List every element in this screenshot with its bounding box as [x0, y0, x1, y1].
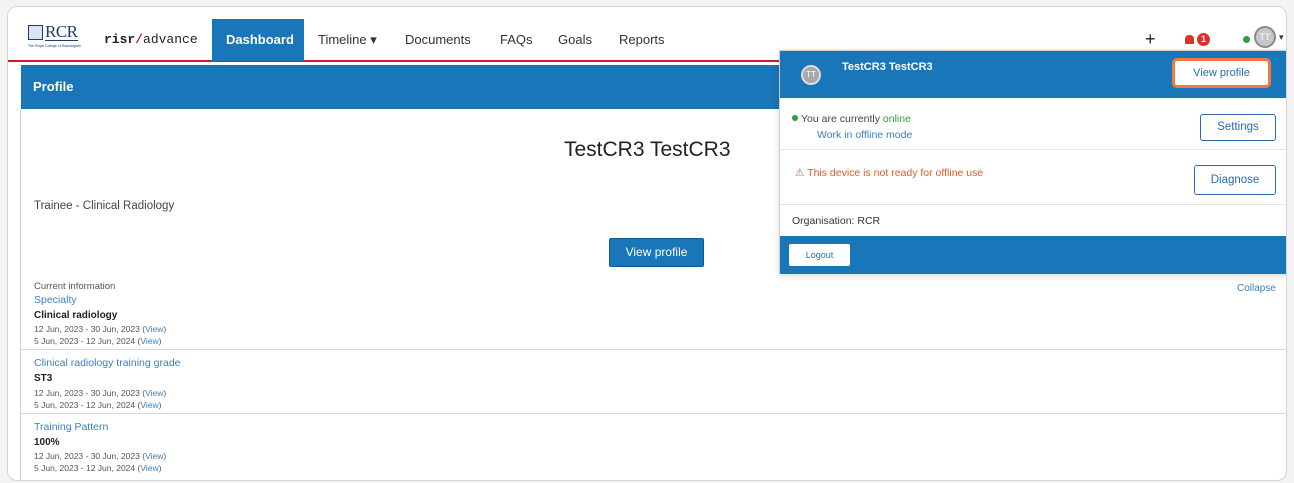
- date-range: 5 Jun, 2023 - 12 Jun, 2024 (View): [34, 463, 161, 473]
- view-profile-button[interactable]: View profile: [609, 238, 704, 267]
- online-status-text: You are currently online: [792, 113, 911, 125]
- date-end: ): [163, 388, 167, 398]
- section-value: ST3: [34, 373, 53, 384]
- brand-slash: /: [135, 32, 144, 47]
- warning-icon: ⚠: [795, 167, 805, 179]
- date-end: ): [163, 324, 167, 334]
- diagnose-button[interactable]: Diagnose: [1194, 165, 1276, 195]
- add-icon[interactable]: +: [1145, 29, 1156, 50]
- date-text: 12 Jun, 2023 - 30 Jun, 2023 (: [34, 388, 146, 398]
- section-divider: [21, 349, 1286, 350]
- dropdown-view-profile-button[interactable]: View profile: [1172, 58, 1271, 88]
- current-information-label: Current information: [34, 281, 116, 292]
- brand-name: risr/advance: [104, 32, 198, 47]
- view-link[interactable]: View: [145, 451, 163, 461]
- collapse-link[interactable]: Collapse: [1237, 283, 1276, 294]
- organisation-label: Organisation: RCR: [792, 215, 881, 227]
- rcr-logo[interactable]: RCR: [28, 21, 78, 43]
- user-dropdown-menu: TT TestCR3 TestCR3 View profile You are …: [779, 50, 1286, 274]
- view-link[interactable]: View: [145, 388, 163, 398]
- work-offline-link[interactable]: Work in offline mode: [817, 129, 912, 141]
- view-link[interactable]: View: [140, 400, 158, 410]
- section-title-training-pattern[interactable]: Training Pattern: [34, 421, 108, 433]
- dropdown-avatar: TT: [801, 65, 821, 85]
- brand-suffix: advance: [143, 32, 198, 47]
- crest-icon: [28, 24, 43, 40]
- date-text: 5 Jun, 2023 - 12 Jun, 2024 (: [34, 463, 141, 473]
- view-link[interactable]: View: [140, 463, 158, 473]
- logo-subtext: The Royal College of Radiologists: [28, 44, 81, 48]
- section-title-training-grade[interactable]: Clinical radiology training grade: [34, 357, 181, 369]
- date-range: 12 Jun, 2023 - 30 Jun, 2023 (View): [34, 324, 166, 334]
- offline-warning: ⚠ This device is not ready for offline u…: [795, 167, 983, 179]
- online-status-icon: [1243, 36, 1250, 43]
- brand-prefix: risr: [104, 32, 136, 47]
- date-end: ): [158, 400, 162, 410]
- dropdown-divider: [780, 204, 1286, 205]
- bell-icon[interactable]: [1185, 35, 1194, 44]
- view-link[interactable]: View: [140, 336, 158, 346]
- date-end: ): [158, 336, 162, 346]
- section-divider: [21, 413, 1286, 414]
- section-value: 100%: [34, 437, 60, 448]
- dropdown-header: TT TestCR3 TestCR3 View profile: [780, 51, 1286, 98]
- app-window: RCR The Royal College of Radiologists ri…: [7, 6, 1287, 481]
- dropdown-user-name: TestCR3 TestCR3: [842, 61, 933, 73]
- notification-badge: 1: [1197, 33, 1210, 46]
- logo-text: RCR: [45, 21, 78, 41]
- profile-role: Trainee - Clinical Radiology: [34, 200, 175, 212]
- status-value: online: [882, 113, 911, 125]
- nav-goals[interactable]: Goals: [558, 19, 592, 61]
- user-avatar[interactable]: TT: [1254, 26, 1276, 48]
- profile-band-title: Profile: [33, 79, 74, 94]
- nav-timeline[interactable]: Timeline ▾: [318, 19, 377, 61]
- date-text: 5 Jun, 2023 - 12 Jun, 2024 (: [34, 400, 141, 410]
- section-title-specialty[interactable]: Specialty: [34, 294, 77, 306]
- status-prefix: You are currently: [801, 113, 883, 125]
- nav-dashboard[interactable]: Dashboard: [212, 19, 304, 61]
- profile-name: TestCR3 TestCR3: [564, 138, 731, 161]
- section-value: Clinical radiology: [34, 310, 118, 321]
- date-end: ): [163, 451, 167, 461]
- view-link[interactable]: View: [145, 324, 163, 334]
- date-text: 12 Jun, 2023 - 30 Jun, 2023 (: [34, 324, 146, 334]
- date-end: ): [158, 463, 162, 473]
- date-text: 12 Jun, 2023 - 30 Jun, 2023 (: [34, 451, 146, 461]
- logout-button[interactable]: Logout: [789, 244, 850, 266]
- date-range: 5 Jun, 2023 - 12 Jun, 2024 (View): [34, 400, 161, 410]
- nav-faqs[interactable]: FAQs: [500, 19, 533, 61]
- dropdown-footer: Logout: [780, 236, 1286, 274]
- content-border: [20, 109, 21, 480]
- warning-text: This device is not ready for offline use: [807, 167, 984, 179]
- date-range: 12 Jun, 2023 - 30 Jun, 2023 (View): [34, 388, 166, 398]
- date-range: 5 Jun, 2023 - 12 Jun, 2024 (View): [34, 336, 161, 346]
- chevron-down-icon[interactable]: ▾: [1279, 32, 1284, 43]
- date-text: 5 Jun, 2023 - 12 Jun, 2024 (: [34, 336, 141, 346]
- nav-reports[interactable]: Reports: [619, 19, 665, 61]
- date-range: 12 Jun, 2023 - 30 Jun, 2023 (View): [34, 451, 166, 461]
- dropdown-divider: [780, 149, 1286, 150]
- settings-button[interactable]: Settings: [1200, 114, 1276, 141]
- online-dot-icon: [792, 115, 798, 121]
- nav-documents[interactable]: Documents: [405, 19, 471, 61]
